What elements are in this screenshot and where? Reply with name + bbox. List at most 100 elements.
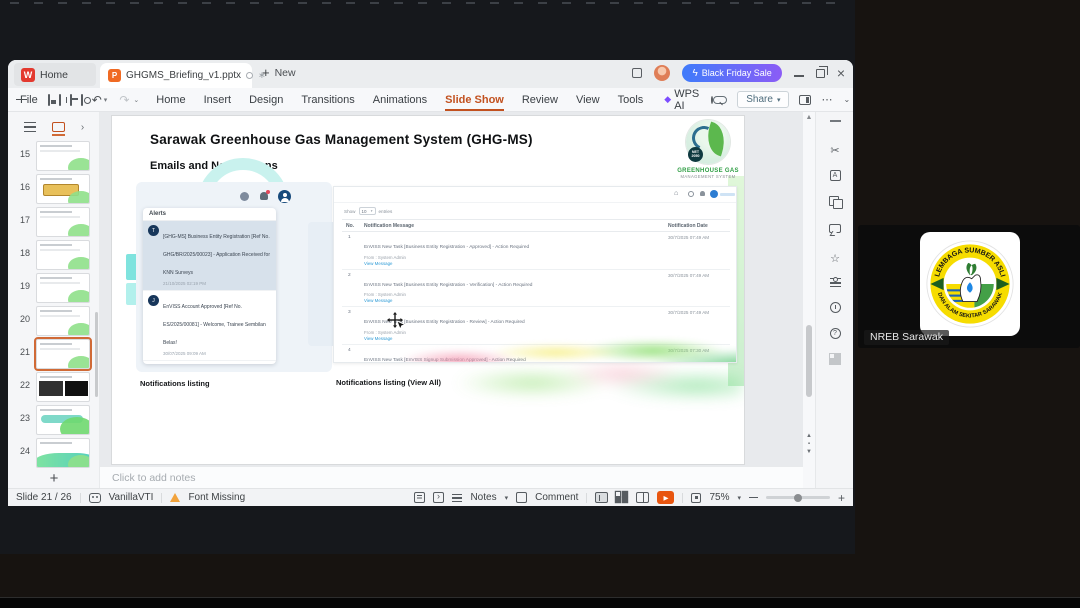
meeting-screen: W Home P GHGMS_Briefing_v1.pptx ∗ + New … bbox=[0, 0, 1080, 608]
slide-thumbnail-15[interactable] bbox=[36, 141, 90, 171]
print-preview-icon[interactable] bbox=[80, 93, 91, 106]
slideshow-play-button[interactable]: ▶ bbox=[657, 491, 675, 504]
slide-thumbnail-21[interactable] bbox=[34, 337, 92, 371]
menu-slide-show[interactable]: Slide Show bbox=[445, 94, 504, 111]
slide-thumbnail-22[interactable] bbox=[36, 372, 90, 402]
normal-view-icon[interactable] bbox=[595, 492, 609, 503]
undo-icon[interactable]: ↶ bbox=[92, 93, 102, 107]
share-button[interactable]: Share ▾ bbox=[737, 91, 790, 108]
history-icon[interactable] bbox=[816, 302, 853, 313]
tab-document[interactable]: P GHGMS_Briefing_v1.pptx ∗ bbox=[100, 63, 266, 88]
menu-view[interactable]: View bbox=[576, 94, 600, 106]
slide-thumbnail-row: 23 bbox=[8, 404, 100, 437]
row-date: 30/7/2025 07:49 AM bbox=[668, 235, 710, 240]
slide-thumbnail-17[interactable] bbox=[36, 207, 90, 237]
slide-thumbnail-20[interactable] bbox=[36, 306, 90, 336]
menu-transitions[interactable]: Transitions bbox=[301, 94, 354, 106]
promo-button[interactable]: ϟ Black Friday Sale bbox=[682, 64, 782, 82]
menu-design[interactable]: Design bbox=[249, 94, 283, 106]
participant-video-tile[interactable]: LEMBAGA SUMBER ASLI DAN ALAM SEKITAR SAR… bbox=[858, 225, 1080, 348]
export-icon[interactable] bbox=[58, 93, 67, 106]
zoom-in-button[interactable]: + bbox=[838, 492, 845, 504]
menu-insert[interactable]: Insert bbox=[204, 94, 232, 106]
undo-caret-icon[interactable]: ▾ bbox=[104, 96, 108, 104]
notes-caret-icon[interactable]: ▾ bbox=[505, 494, 509, 502]
zoom-out-button[interactable] bbox=[748, 496, 758, 499]
zoom-slider-knob[interactable] bbox=[793, 493, 802, 502]
menu-review[interactable]: Review bbox=[522, 94, 558, 106]
outline-view-icon[interactable] bbox=[23, 122, 36, 132]
panel-expand-icon[interactable]: › bbox=[81, 122, 84, 133]
slide-21[interactable]: Sarawak Greenhouse Gas Management System… bbox=[112, 116, 744, 464]
comment-button[interactable]: Comment bbox=[535, 492, 578, 503]
comment-icon[interactable] bbox=[516, 492, 528, 503]
collapse-ribbon-icon[interactable]: ⌄ bbox=[843, 95, 850, 104]
settings-sliders-icon[interactable] bbox=[816, 276, 853, 287]
restore-button[interactable] bbox=[815, 65, 828, 78]
collapse-rail-icon[interactable] bbox=[816, 120, 853, 122]
slide-thumbnail-18[interactable] bbox=[36, 240, 90, 270]
slide-thumbnail-23[interactable] bbox=[36, 405, 90, 435]
zoom-slider[interactable] bbox=[765, 493, 830, 502]
row-no: 3 bbox=[348, 310, 351, 315]
new-tab-button[interactable]: + New bbox=[262, 65, 296, 80]
jump-to-slide-icon[interactable] bbox=[433, 491, 445, 503]
slide-thumbnail-list: 15 16 17 18 19 20 21 22 23 24 bbox=[8, 140, 100, 470]
row-message: EnVISS New Task [Business Entity Registr… bbox=[364, 282, 533, 288]
save-icon[interactable] bbox=[47, 93, 56, 106]
account-avatar[interactable] bbox=[654, 65, 671, 81]
fullscreen-icon[interactable] bbox=[691, 492, 702, 503]
slide-nav-buttons[interactable]: ▲ ▪ ▼ bbox=[803, 433, 815, 455]
redo-icon[interactable]: ↷ bbox=[119, 93, 129, 107]
theme-name[interactable]: VanillaVTI bbox=[109, 492, 154, 503]
scrollbar-thumb[interactable] bbox=[806, 325, 812, 397]
slide-nav-dot[interactable]: ▪ bbox=[808, 441, 810, 447]
slide-thumbnail-16[interactable] bbox=[36, 174, 90, 204]
tab-sync-icon[interactable] bbox=[246, 72, 254, 79]
menu-home[interactable]: Home bbox=[156, 94, 185, 106]
translate-icon[interactable]: A bbox=[816, 170, 853, 181]
window-preview-icon[interactable] bbox=[632, 68, 643, 78]
notes-area[interactable]: Click to add notes bbox=[100, 466, 803, 488]
alerts-mockup: Alerts T [GHG-MS] Business Entity Regist… bbox=[136, 182, 354, 372]
slide-thumbnail-19[interactable] bbox=[36, 273, 90, 303]
close-button[interactable]: × bbox=[837, 66, 845, 80]
notes-placeholder[interactable]: Click to add notes bbox=[112, 472, 195, 484]
sidebar-toggle-icon[interactable] bbox=[799, 94, 812, 105]
next-slide-icon[interactable]: ▼ bbox=[806, 449, 812, 455]
more-options-icon[interactable]: ⋯ bbox=[821, 93, 833, 106]
new-tab-label: New bbox=[274, 66, 296, 79]
info-icon bbox=[240, 192, 249, 201]
slide-number: 22 bbox=[19, 380, 30, 390]
tools-icon[interactable]: ✂ bbox=[816, 144, 853, 157]
menu-tools[interactable]: Tools bbox=[618, 94, 644, 106]
comment-panel-icon[interactable] bbox=[816, 224, 853, 233]
apps-grid-icon[interactable] bbox=[816, 354, 853, 364]
reading-view-icon[interactable] bbox=[636, 492, 650, 503]
scroll-up-icon[interactable]: ▲ bbox=[803, 114, 815, 121]
canvas-scrollbar[interactable]: ▲ ▲ ▪ ▼ bbox=[803, 112, 815, 466]
warning-icon bbox=[170, 493, 181, 502]
table-row: 2 EnVISS New Task [Business Entity Regis… bbox=[342, 270, 730, 307]
zoom-level[interactable]: 75% bbox=[709, 492, 729, 503]
menu-animations[interactable]: Animations bbox=[373, 94, 427, 106]
caption-right: Notifications listing (View All) bbox=[336, 378, 442, 387]
toolbar-caret-icon[interactable]: ⌄ bbox=[133, 96, 139, 104]
previous-slide-icon[interactable]: ▲ bbox=[806, 433, 812, 439]
favorites-icon[interactable]: ☆ bbox=[816, 252, 853, 265]
menu-wps-ai[interactable]: WPS AI bbox=[674, 88, 699, 112]
tab-home[interactable]: W Home bbox=[14, 63, 96, 86]
help-circle-icon[interactable]: ? bbox=[816, 328, 853, 339]
zoom-caret-icon[interactable]: ▾ bbox=[737, 494, 741, 502]
print-icon[interactable] bbox=[69, 93, 79, 106]
minimize-button[interactable] bbox=[793, 75, 804, 77]
slide-number: 18 bbox=[19, 248, 30, 258]
panel-scrollbar[interactable] bbox=[95, 312, 98, 397]
font-missing-warning[interactable]: Font Missing bbox=[188, 492, 245, 503]
slide-panel-toggle-icon[interactable] bbox=[414, 492, 426, 503]
slide-thumbnails-icon[interactable] bbox=[51, 122, 65, 136]
slide-thumbnail-24[interactable] bbox=[36, 438, 90, 468]
slide-sorter-icon[interactable] bbox=[616, 492, 628, 503]
notes-toggle[interactable]: Notes bbox=[470, 492, 496, 503]
shapes-icon[interactable] bbox=[816, 196, 853, 209]
